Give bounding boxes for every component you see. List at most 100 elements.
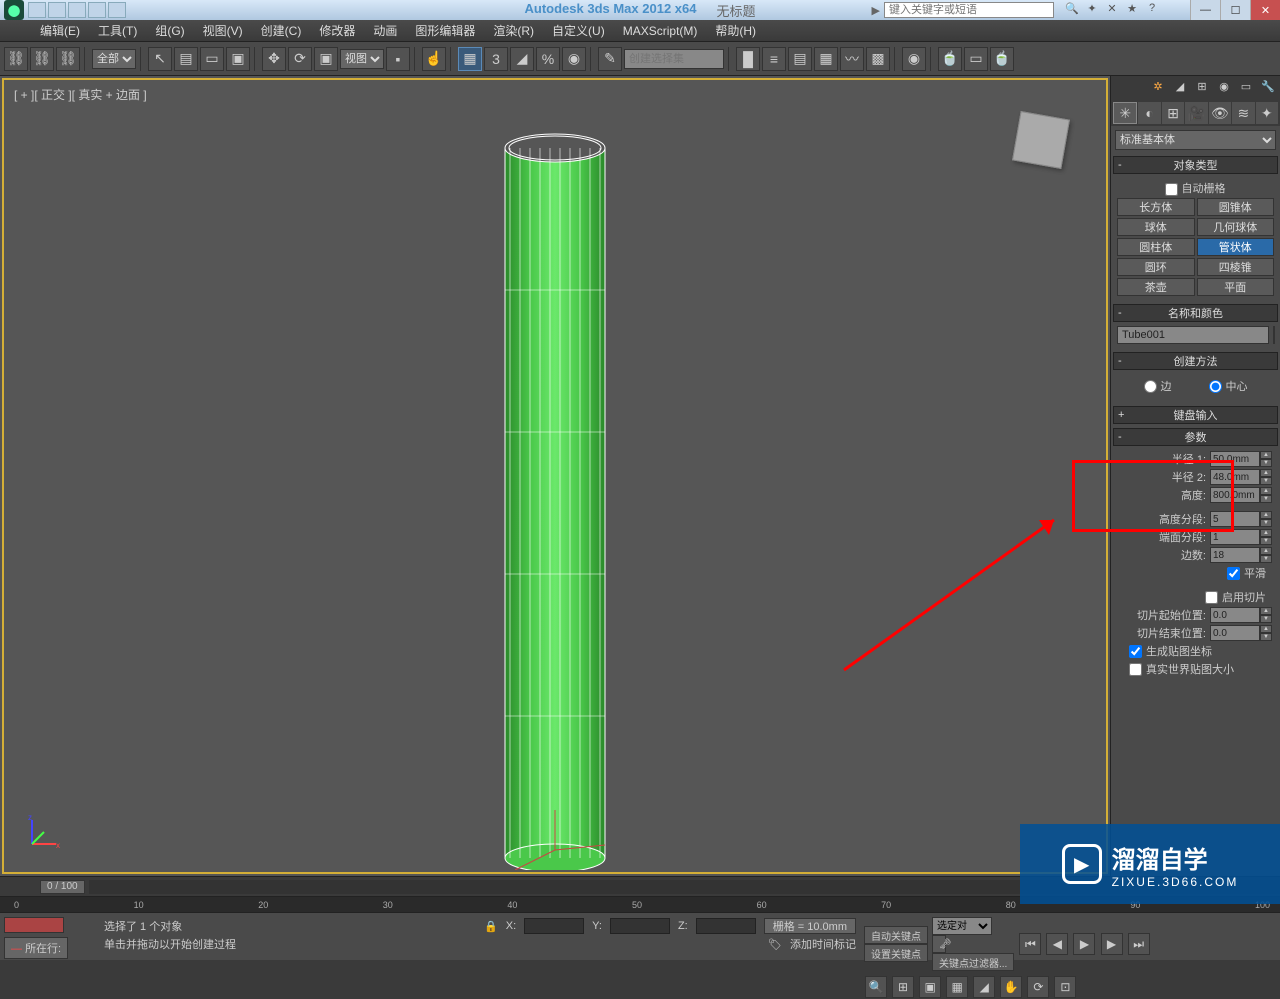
systems-tab-icon[interactable]: ✦: [1256, 102, 1278, 124]
menu-customize[interactable]: 自定义(U): [552, 22, 605, 39]
height-segs-input[interactable]: [1210, 511, 1260, 527]
menu-rendering[interactable]: 渲染(R): [493, 22, 534, 39]
pivot-center-icon[interactable]: ▪: [386, 47, 410, 71]
height-spinner-up[interactable]: ▲: [1260, 487, 1272, 495]
rollout-header-creation-method[interactable]: -创建方法: [1113, 352, 1278, 370]
cylinder-button[interactable]: 圆柱体: [1117, 238, 1195, 256]
close-button[interactable]: ✕: [1250, 0, 1280, 20]
macro-recorder[interactable]: [4, 917, 64, 933]
plane-button[interactable]: 平面: [1197, 278, 1275, 296]
exchange-icon[interactable]: ✕: [1104, 2, 1120, 18]
link-icon[interactable]: ⛓: [4, 47, 28, 71]
edge-radio[interactable]: [1144, 380, 1157, 393]
edit-named-sel-icon[interactable]: ✎: [598, 47, 622, 71]
favorites-icon[interactable]: ★: [1124, 2, 1140, 18]
lock-selection-icon[interactable]: 🔒: [484, 920, 498, 933]
time-slider[interactable]: 0 / 100: [40, 880, 85, 894]
selection-filter-dropdown[interactable]: 全部: [92, 49, 136, 69]
real-world-checkbox[interactable]: [1129, 663, 1142, 676]
goto-start-icon[interactable]: ⏮: [1019, 933, 1041, 955]
align-icon[interactable]: ≡: [762, 47, 786, 71]
modify-tab-icon[interactable]: ◐: [1138, 102, 1160, 124]
pyramid-button[interactable]: 四棱锥: [1197, 258, 1275, 276]
help-icon[interactable]: ?: [1144, 2, 1160, 18]
goto-end-icon[interactable]: ⏭: [1128, 933, 1150, 955]
x-coord-input[interactable]: [524, 918, 584, 934]
radius1-spinner-down[interactable]: ▼: [1260, 459, 1272, 467]
slice-on-checkbox[interactable]: [1205, 591, 1218, 604]
schematic-view-icon[interactable]: ▩: [866, 47, 890, 71]
qat-new-icon[interactable]: [28, 2, 46, 18]
fov-icon[interactable]: ◢: [973, 976, 995, 998]
render-setup-icon[interactable]: 🍵: [938, 47, 962, 71]
menu-create[interactable]: 创建(C): [261, 22, 302, 39]
minimize-button[interactable]: —: [1190, 0, 1220, 20]
graphite-icon[interactable]: ▦: [814, 47, 838, 71]
radius1-spinner-up[interactable]: ▲: [1260, 451, 1272, 459]
select-region-rect-icon[interactable]: ▭: [200, 47, 224, 71]
teapot-button[interactable]: 茶壶: [1117, 278, 1195, 296]
orbit-icon[interactable]: ⟳: [1027, 976, 1049, 998]
select-by-name-icon[interactable]: ▤: [174, 47, 198, 71]
menu-help[interactable]: 帮助(H): [715, 22, 756, 39]
render-production-icon[interactable]: 🍵: [990, 47, 1014, 71]
cap-segs-input[interactable]: [1210, 529, 1260, 545]
next-frame-icon[interactable]: ▶: [1101, 933, 1123, 955]
rollout-header-object-type[interactable]: -对象类型: [1113, 156, 1278, 174]
sides-input[interactable]: [1210, 547, 1260, 563]
rollout-header-parameters[interactable]: -参数: [1113, 428, 1278, 446]
angle-snap-3-icon[interactable]: 3: [484, 47, 508, 71]
menu-group[interactable]: 组(G): [155, 22, 184, 39]
viewport[interactable]: [ + ][ 正交 ][ 真实 + 边面 ]: [2, 78, 1108, 874]
cone-button[interactable]: 圆锥体: [1197, 198, 1275, 216]
center-radio[interactable]: [1209, 380, 1222, 393]
move-icon[interactable]: ✥: [262, 47, 286, 71]
key-filters-button[interactable]: 关键点过滤器...: [932, 953, 1014, 971]
utilities-tab-icon[interactable]: ≋: [1232, 102, 1254, 124]
viewcube[interactable]: [1012, 111, 1070, 169]
smooth-checkbox[interactable]: [1227, 567, 1240, 580]
window-crossing-icon[interactable]: ▣: [226, 47, 250, 71]
search-icon[interactable]: 🔍: [1064, 2, 1080, 18]
scale-icon[interactable]: ▣: [314, 47, 338, 71]
bind-spacewarp-icon[interactable]: ⛓: [56, 47, 80, 71]
menu-views[interactable]: 视图(V): [203, 22, 243, 39]
pan-icon[interactable]: ✋: [1000, 976, 1022, 998]
hierarchy-tab-icon[interactable]: ⊞: [1162, 102, 1184, 124]
infocenter-search-input[interactable]: [884, 2, 1054, 18]
menu-tools[interactable]: 工具(T): [98, 22, 137, 39]
play-icon[interactable]: ▶: [1073, 933, 1095, 955]
key-target-dropdown[interactable]: 选定对: [932, 917, 992, 935]
render-preset-icon[interactable]: ◢: [1172, 80, 1188, 96]
rotate-icon[interactable]: ⟳: [288, 47, 312, 71]
radius2-spinner-up[interactable]: ▲: [1260, 469, 1272, 477]
qat-open-icon[interactable]: [48, 2, 66, 18]
maximize-viewport-icon[interactable]: ⊡: [1054, 976, 1076, 998]
snap-toggle-icon[interactable]: ▦: [458, 47, 482, 71]
rollout-header-keyboard-entry[interactable]: +键盘输入: [1113, 406, 1278, 424]
unlink-icon[interactable]: ⛓: [30, 47, 54, 71]
light-icon[interactable]: ✲: [1150, 80, 1166, 96]
motion-tab-icon[interactable]: 🎥: [1185, 102, 1207, 124]
maximize-button[interactable]: ☐: [1220, 0, 1250, 20]
y-coord-input[interactable]: [610, 918, 670, 934]
geosphere-button[interactable]: 几何球体: [1197, 218, 1275, 236]
app-icon[interactable]: ⬤: [4, 0, 24, 20]
select-object-icon[interactable]: ↖: [148, 47, 172, 71]
spinner-snap-icon[interactable]: ◉: [562, 47, 586, 71]
layer-manager-icon[interactable]: ▤: [788, 47, 812, 71]
tube-object[interactable]: [495, 130, 615, 870]
percent-snap-icon[interactable]: %: [536, 47, 560, 71]
subcategory-dropdown[interactable]: 标准基本体: [1115, 130, 1276, 150]
motion-small-icon[interactable]: ◉: [1216, 80, 1232, 96]
tube-button[interactable]: 管状体: [1197, 238, 1275, 256]
utilities-small-icon[interactable]: 🔧: [1260, 80, 1276, 96]
viewport-label[interactable]: [ + ][ 正交 ][ 真实 + 边面 ]: [14, 86, 147, 103]
display-small-icon[interactable]: ▭: [1238, 80, 1254, 96]
object-name-input[interactable]: [1117, 326, 1269, 344]
add-time-tag-button[interactable]: 添加时间标记: [790, 936, 856, 952]
menu-graph-editors[interactable]: 图形编辑器: [415, 22, 475, 39]
qat-redo-icon[interactable]: [108, 2, 126, 18]
auto-key-button[interactable]: 自动关键点: [864, 926, 928, 944]
rollout-header-name-color[interactable]: -名称和颜色: [1113, 304, 1278, 322]
